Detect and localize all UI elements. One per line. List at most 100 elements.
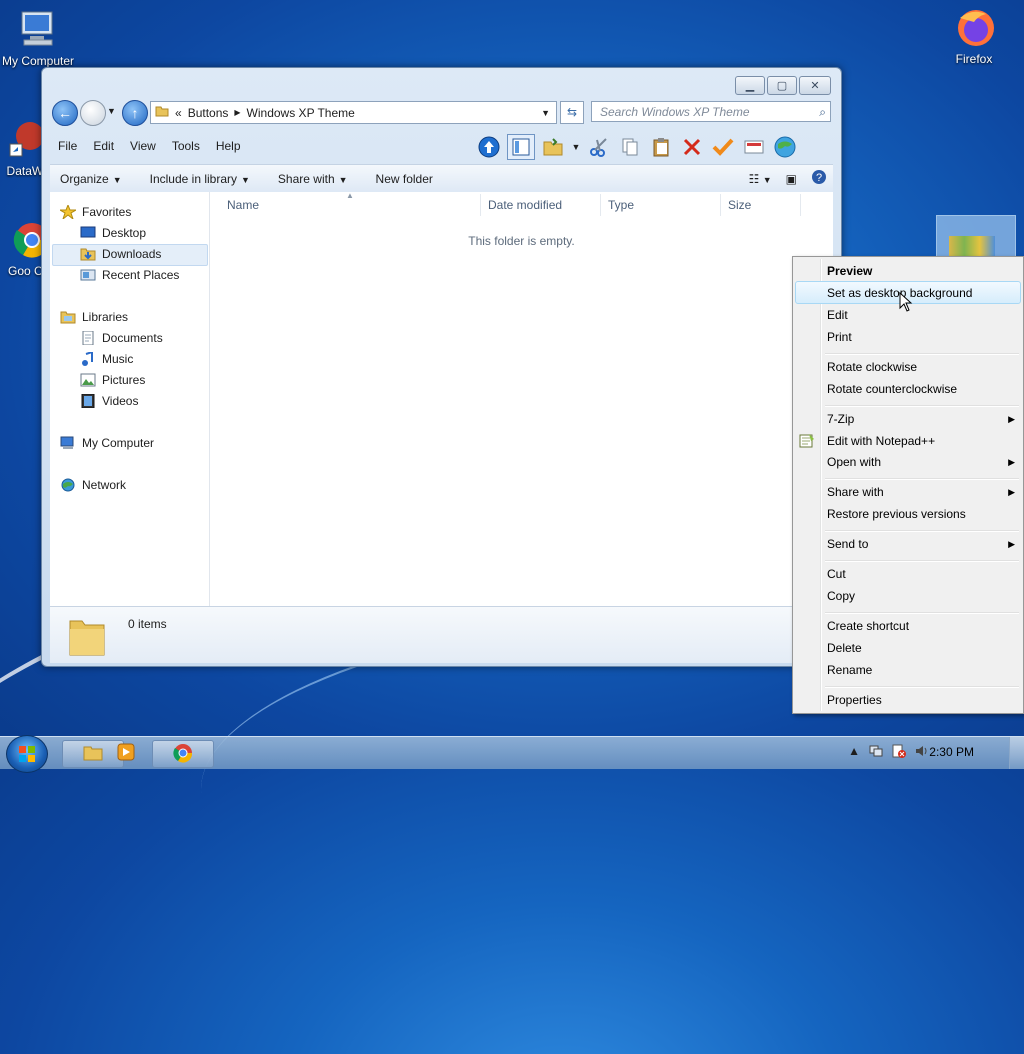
clock[interactable]: 2:30 PM	[929, 745, 974, 759]
taskbar: ▲ 2:30 PM	[0, 735, 1024, 773]
recent-pages-dropdown[interactable]: ▼	[107, 106, 116, 116]
nav-network[interactable]: Network	[60, 478, 126, 492]
nav-music[interactable]: Music	[80, 350, 134, 366]
volume-icon[interactable]	[915, 744, 929, 761]
menu-item-share-with[interactable]: Share with	[827, 485, 884, 499]
menu-item-edit[interactable]: Edit	[827, 308, 848, 322]
menu-item-properties[interactable]: Properties	[827, 693, 882, 707]
menu-separator	[825, 686, 1019, 688]
menu-help[interactable]: Help	[208, 139, 249, 153]
forward-button[interactable]	[80, 100, 106, 126]
properties-icon[interactable]	[741, 135, 767, 159]
menu-item-restore-previous-versions[interactable]: Restore previous versions	[827, 507, 966, 521]
folder-options-icon[interactable]	[540, 135, 566, 159]
nav-favorites[interactable]: Favorites	[58, 203, 131, 221]
nav-desktop[interactable]: Desktop	[80, 226, 146, 240]
cut-icon[interactable]	[586, 135, 612, 159]
menu-item-print[interactable]: Print	[827, 330, 852, 344]
selected-image-file[interactable]	[936, 215, 1016, 261]
close-button[interactable]: ✕	[799, 76, 831, 95]
menu-item-delete[interactable]: Delete	[827, 641, 862, 655]
menu-item-send-to[interactable]: Send to	[827, 537, 868, 551]
nav-recent-places[interactable]: Recent Places	[80, 268, 179, 282]
help-icon[interactable]: ?	[811, 169, 827, 188]
up-button[interactable]: ↑	[122, 100, 148, 126]
share-with-button[interactable]: Share with ▼	[268, 172, 358, 186]
search-icon[interactable]: ⌕	[819, 102, 826, 123]
show-hidden-icons-icon[interactable]: ▲	[848, 744, 860, 761]
network-status-icon[interactable]	[869, 744, 883, 761]
address-bar[interactable]: « Buttons ▶ Windows XP Theme ▼	[150, 101, 557, 124]
menu-item-rename[interactable]: Rename	[827, 663, 872, 677]
menu-edit[interactable]: Edit	[85, 139, 122, 153]
globe-icon[interactable]	[772, 135, 798, 159]
menu-item-edit-with-notepad-plus-plus[interactable]: Edit with Notepad++	[827, 434, 935, 448]
action-center-warning-icon[interactable]	[892, 744, 906, 761]
organize-label: Organize	[60, 172, 109, 186]
new-folder-button[interactable]: New folder	[366, 172, 443, 186]
back-button[interactable]: ←	[52, 100, 78, 126]
search-input[interactable]: Search Windows XP Theme ⌕	[591, 101, 831, 122]
folder-options-dropdown-icon[interactable]: ▼	[571, 135, 581, 159]
menu-view[interactable]: View	[122, 139, 164, 153]
column-divider[interactable]	[600, 194, 601, 216]
breadcrumb-separator-icon[interactable]: ▶	[234, 108, 240, 117]
copy-icon[interactable]	[617, 135, 643, 159]
media-player-icon	[116, 743, 136, 764]
preview-pane-toggle-icon[interactable]: ▣	[786, 172, 797, 186]
column-header-type[interactable]: Type	[608, 198, 634, 212]
nav-label: Music	[102, 352, 134, 366]
address-dropdown-icon[interactable]: ▼	[541, 108, 550, 118]
column-header-date-modified[interactable]: Date modified	[488, 198, 562, 212]
menu-item-open-with[interactable]: Open with	[827, 455, 881, 469]
menu-gutter	[820, 259, 822, 711]
preview-pane-icon[interactable]	[507, 134, 535, 160]
nav-libraries[interactable]: Libraries	[60, 310, 128, 324]
checkmark-icon[interactable]	[710, 135, 736, 159]
details-pane: 0 items	[50, 606, 833, 663]
nav-downloads[interactable]: Downloads	[80, 247, 161, 261]
minimize-button[interactable]: ▁	[735, 76, 765, 95]
command-bar: Organize ▼ Include in library ▼ Share with…	[50, 164, 833, 194]
menu-separator	[825, 560, 1019, 562]
address-overflow[interactable]: «	[175, 106, 182, 120]
menu-tools[interactable]: Tools	[164, 139, 208, 153]
show-desktop-button[interactable]	[1009, 737, 1024, 769]
desktop-icon-firefox[interactable]: Firefox	[936, 6, 1012, 66]
refresh-button[interactable]: ⇆	[560, 101, 584, 124]
column-divider[interactable]	[800, 194, 801, 216]
maximize-button[interactable]: ▢	[767, 76, 797, 95]
include-in-library-button[interactable]: Include in library ▼	[140, 172, 260, 186]
nav-label: Recent Places	[102, 268, 180, 282]
paste-icon[interactable]	[648, 135, 674, 159]
taskbar-media-player-button[interactable]	[98, 740, 154, 766]
nav-videos[interactable]: Videos	[80, 393, 138, 409]
start-button[interactable]	[6, 735, 48, 773]
menu-item-cut[interactable]: Cut	[827, 567, 846, 581]
delete-icon[interactable]	[679, 135, 705, 159]
column-divider[interactable]	[720, 194, 721, 216]
taskbar-chrome-button[interactable]	[152, 740, 214, 768]
menu-file[interactable]: File	[50, 139, 85, 153]
menu-item-rotate-counterclockwise[interactable]: Rotate counterclockwise	[827, 382, 957, 396]
column-header-size[interactable]: Size	[728, 198, 751, 212]
menu-item-create-shortcut[interactable]: Create shortcut	[827, 619, 909, 633]
breadcrumb-buttons[interactable]: Buttons	[188, 106, 229, 120]
nav-pictures[interactable]: Pictures	[80, 373, 145, 387]
desktop-icon-my-computer[interactable]: My Computer	[0, 8, 76, 68]
column-header-name[interactable]: Name	[227, 198, 259, 212]
menu-item-7-zip[interactable]: 7-Zip	[827, 412, 854, 426]
menu-item-rotate-clockwise[interactable]: Rotate clockwise	[827, 360, 917, 374]
empty-folder-message: This folder is empty.	[468, 234, 575, 248]
menu-item-copy[interactable]: Copy	[827, 589, 855, 603]
up-folder-icon[interactable]	[476, 135, 502, 159]
system-tray: ▲	[839, 744, 929, 761]
nav-documents[interactable]: Documents	[80, 330, 163, 346]
nav-my-computer[interactable]: My Computer	[60, 436, 154, 450]
organize-button[interactable]: Organize ▼	[50, 172, 132, 186]
column-divider[interactable]	[480, 194, 481, 216]
breadcrumb-windows-xp-theme[interactable]: Windows XP Theme	[247, 106, 355, 120]
network-icon	[60, 478, 76, 492]
menu-item-preview[interactable]: Preview	[827, 264, 872, 278]
change-view-icon[interactable]: ☷ ▼	[749, 172, 772, 186]
